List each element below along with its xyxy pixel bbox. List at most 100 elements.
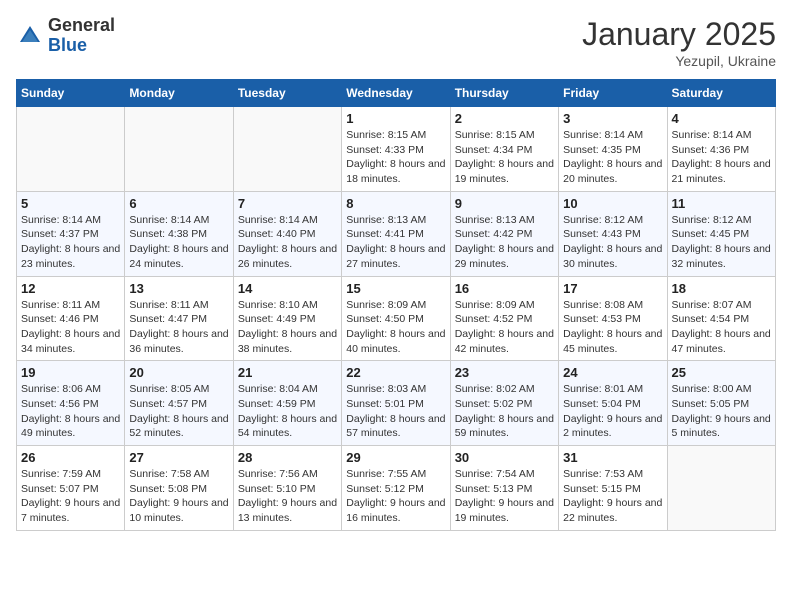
- day-info: Sunrise: 8:12 AMSunset: 4:45 PMDaylight:…: [672, 213, 771, 272]
- day-header-saturday: Saturday: [667, 80, 775, 107]
- day-number: 26: [21, 450, 120, 465]
- logo-blue-text: Blue: [48, 35, 87, 55]
- day-number: 30: [455, 450, 554, 465]
- calendar-cell: 13 Sunrise: 8:11 AMSunset: 4:47 PMDayligh…: [125, 276, 233, 361]
- day-info: Sunrise: 8:01 AMSunset: 5:04 PMDaylight:…: [563, 382, 662, 441]
- calendar-table: SundayMondayTuesdayWednesdayThursdayFrid…: [16, 79, 776, 531]
- calendar-cell: 11 Sunrise: 8:12 AMSunset: 4:45 PMDayligh…: [667, 191, 775, 276]
- day-number: 18: [672, 281, 771, 296]
- calendar-cell: 9 Sunrise: 8:13 AMSunset: 4:42 PMDaylight…: [450, 191, 558, 276]
- calendar-cell: 12 Sunrise: 8:11 AMSunset: 4:46 PMDayligh…: [17, 276, 125, 361]
- calendar-cell: 17 Sunrise: 8:08 AMSunset: 4:53 PMDayligh…: [559, 276, 667, 361]
- day-info: Sunrise: 8:11 AMSunset: 4:46 PMDaylight:…: [21, 298, 120, 357]
- day-number: 24: [563, 365, 662, 380]
- day-number: 2: [455, 111, 554, 126]
- day-info: Sunrise: 7:58 AMSunset: 5:08 PMDaylight:…: [129, 467, 228, 526]
- day-info: Sunrise: 8:08 AMSunset: 4:53 PMDaylight:…: [563, 298, 662, 357]
- day-number: 29: [346, 450, 445, 465]
- day-info: Sunrise: 8:14 AMSunset: 4:36 PMDaylight:…: [672, 128, 771, 187]
- page-header: General Blue January 2025 Yezupil, Ukrai…: [16, 16, 776, 69]
- title-block: January 2025 Yezupil, Ukraine: [582, 16, 776, 69]
- day-info: Sunrise: 8:13 AMSunset: 4:42 PMDaylight:…: [455, 213, 554, 272]
- day-info: Sunrise: 8:14 AMSunset: 4:40 PMDaylight:…: [238, 213, 337, 272]
- day-info: Sunrise: 8:07 AMSunset: 4:54 PMDaylight:…: [672, 298, 771, 357]
- calendar-week-row: 19 Sunrise: 8:06 AMSunset: 4:56 PMDayligh…: [17, 361, 776, 446]
- day-number: 10: [563, 196, 662, 211]
- day-info: Sunrise: 8:14 AMSunset: 4:37 PMDaylight:…: [21, 213, 120, 272]
- day-info: Sunrise: 8:10 AMSunset: 4:49 PMDaylight:…: [238, 298, 337, 357]
- day-number: 11: [672, 196, 771, 211]
- day-number: 22: [346, 365, 445, 380]
- day-info: Sunrise: 8:11 AMSunset: 4:47 PMDaylight:…: [129, 298, 228, 357]
- calendar-week-row: 12 Sunrise: 8:11 AMSunset: 4:46 PMDayligh…: [17, 276, 776, 361]
- day-info: Sunrise: 8:15 AMSunset: 4:34 PMDaylight:…: [455, 128, 554, 187]
- calendar-cell: 16 Sunrise: 8:09 AMSunset: 4:52 PMDayligh…: [450, 276, 558, 361]
- calendar-cell: 20Sunrise: 8:05 AMSunset: 4:57 PMDayligh…: [125, 361, 233, 446]
- day-info: Sunrise: 8:14 AMSunset: 4:35 PMDaylight:…: [563, 128, 662, 187]
- day-number: 8: [346, 196, 445, 211]
- calendar-cell: 10 Sunrise: 8:12 AMSunset: 4:43 PMDayligh…: [559, 191, 667, 276]
- day-number: 6: [129, 196, 228, 211]
- calendar-week-row: 26 Sunrise: 7:59 AMSunset: 5:07 PMDayligh…: [17, 446, 776, 531]
- day-number: 13: [129, 281, 228, 296]
- calendar-header-row: SundayMondayTuesdayWednesdayThursdayFrid…: [17, 80, 776, 107]
- day-number: 12: [21, 281, 120, 296]
- day-number: 1: [346, 111, 445, 126]
- day-info: Sunrise: 7:54 AMSunset: 5:13 PMDaylight:…: [455, 467, 554, 526]
- day-number: 9: [455, 196, 554, 211]
- calendar-cell: 3 Sunrise: 8:14 AMSunset: 4:35 PMDaylight…: [559, 107, 667, 192]
- calendar-cell: 22Sunrise: 8:03 AMSunset: 5:01 PMDayligh…: [342, 361, 450, 446]
- day-number: 21: [238, 365, 337, 380]
- day-info: Sunrise: 8:09 AMSunset: 4:52 PMDaylight:…: [455, 298, 554, 357]
- calendar-cell: 15Sunrise: 8:09 AMSunset: 4:50 PMDayligh…: [342, 276, 450, 361]
- logo-general-text: General: [48, 15, 115, 35]
- day-info: Sunrise: 8:00 AMSunset: 5:05 PMDaylight:…: [672, 382, 771, 441]
- day-info: Sunrise: 8:14 AMSunset: 4:38 PMDaylight:…: [129, 213, 228, 272]
- calendar-cell: 26 Sunrise: 7:59 AMSunset: 5:07 PMDayligh…: [17, 446, 125, 531]
- day-info: Sunrise: 7:59 AMSunset: 5:07 PMDaylight:…: [21, 467, 120, 526]
- calendar-week-row: 5Sunrise: 8:14 AMSunset: 4:37 PMDaylight…: [17, 191, 776, 276]
- logo: General Blue: [16, 16, 115, 56]
- day-header-friday: Friday: [559, 80, 667, 107]
- calendar-cell: 27 Sunrise: 7:58 AMSunset: 5:08 PMDayligh…: [125, 446, 233, 531]
- day-info: Sunrise: 7:53 AMSunset: 5:15 PMDaylight:…: [563, 467, 662, 526]
- day-number: 4: [672, 111, 771, 126]
- day-number: 31: [563, 450, 662, 465]
- day-number: 27: [129, 450, 228, 465]
- day-number: 20: [129, 365, 228, 380]
- calendar-cell: [233, 107, 341, 192]
- calendar-cell: 14Sunrise: 8:10 AMSunset: 4:49 PMDayligh…: [233, 276, 341, 361]
- calendar-cell: 18 Sunrise: 8:07 AMSunset: 4:54 PMDayligh…: [667, 276, 775, 361]
- day-number: 16: [455, 281, 554, 296]
- day-number: 15: [346, 281, 445, 296]
- calendar-cell: 1 Sunrise: 8:15 AMSunset: 4:33 PMDaylight…: [342, 107, 450, 192]
- day-number: 28: [238, 450, 337, 465]
- calendar-cell: 28Sunrise: 7:56 AMSunset: 5:10 PMDayligh…: [233, 446, 341, 531]
- day-info: Sunrise: 8:13 AMSunset: 4:41 PMDaylight:…: [346, 213, 445, 272]
- day-number: 23: [455, 365, 554, 380]
- day-number: 7: [238, 196, 337, 211]
- day-info: Sunrise: 8:12 AMSunset: 4:43 PMDaylight:…: [563, 213, 662, 272]
- calendar-cell: 19 Sunrise: 8:06 AMSunset: 4:56 PMDayligh…: [17, 361, 125, 446]
- calendar-cell: 8 Sunrise: 8:13 AMSunset: 4:41 PMDaylight…: [342, 191, 450, 276]
- calendar-cell: 21Sunrise: 8:04 AMSunset: 4:59 PMDayligh…: [233, 361, 341, 446]
- day-info: Sunrise: 8:02 AMSunset: 5:02 PMDaylight:…: [455, 382, 554, 441]
- day-info: Sunrise: 8:06 AMSunset: 4:56 PMDaylight:…: [21, 382, 120, 441]
- calendar-cell: 6 Sunrise: 8:14 AMSunset: 4:38 PMDaylight…: [125, 191, 233, 276]
- calendar-cell: 31 Sunrise: 7:53 AMSunset: 5:15 PMDayligh…: [559, 446, 667, 531]
- day-info: Sunrise: 8:15 AMSunset: 4:33 PMDaylight:…: [346, 128, 445, 187]
- day-header-tuesday: Tuesday: [233, 80, 341, 107]
- calendar-week-row: 1 Sunrise: 8:15 AMSunset: 4:33 PMDaylight…: [17, 107, 776, 192]
- calendar-cell: 23 Sunrise: 8:02 AMSunset: 5:02 PMDayligh…: [450, 361, 558, 446]
- calendar-cell: 5Sunrise: 8:14 AMSunset: 4:37 PMDaylight…: [17, 191, 125, 276]
- calendar-cell: 29Sunrise: 7:55 AMSunset: 5:12 PMDayligh…: [342, 446, 450, 531]
- day-header-thursday: Thursday: [450, 80, 558, 107]
- day-number: 17: [563, 281, 662, 296]
- day-header-sunday: Sunday: [17, 80, 125, 107]
- calendar-cell: [17, 107, 125, 192]
- month-title: January 2025: [582, 16, 776, 53]
- calendar-cell: 25Sunrise: 8:00 AMSunset: 5:05 PMDayligh…: [667, 361, 775, 446]
- location-subtitle: Yezupil, Ukraine: [582, 53, 776, 69]
- day-number: 19: [21, 365, 120, 380]
- day-number: 3: [563, 111, 662, 126]
